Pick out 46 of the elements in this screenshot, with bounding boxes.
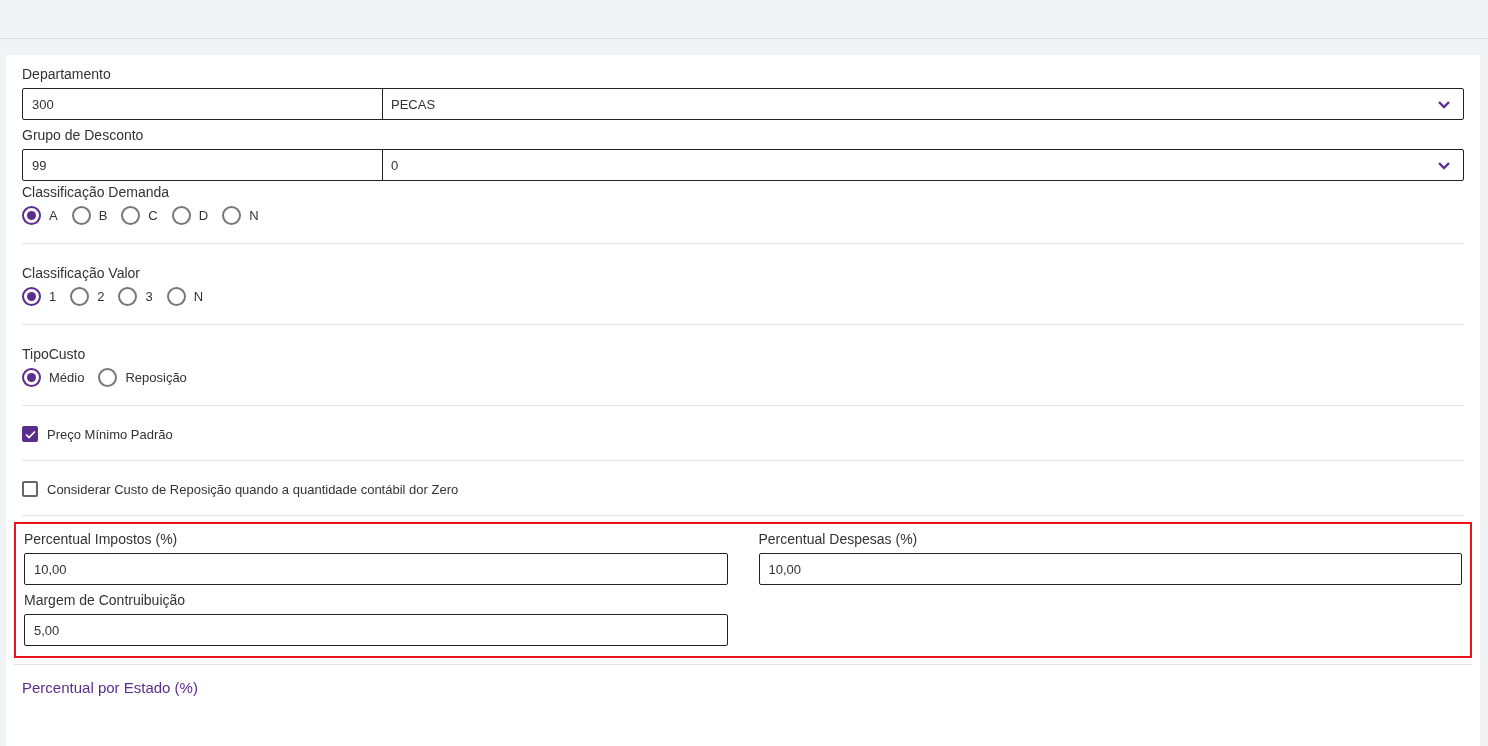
radio-label: N: [193, 289, 204, 304]
select-value: PECAS: [391, 96, 436, 112]
radio-button[interactable]: [22, 368, 41, 387]
select-field[interactable]: 99 0: [22, 149, 1464, 181]
checkbox-label: Preço Mínimo Padrão: [47, 426, 173, 442]
field-label: Margem de Contruibuição: [24, 591, 187, 609]
radio-button[interactable]: [22, 206, 41, 225]
radio-label: B: [98, 208, 108, 223]
radio-button[interactable]: [118, 287, 138, 306]
radio-button[interactable]: [222, 206, 242, 225]
radio-button[interactable]: [166, 287, 186, 306]
radio-label: 1: [49, 289, 57, 304]
radio-label: D: [198, 208, 209, 223]
radio-label: N: [249, 208, 259, 223]
input-field[interactable]: 10,00: [758, 553, 1462, 585]
select-value: 0: [391, 157, 399, 173]
group-label: Classificação Valor: [22, 264, 141, 282]
radio-label: Reposição: [125, 370, 187, 385]
radio-label: A: [49, 208, 58, 223]
radio-label: 2: [97, 289, 105, 304]
radio-button[interactable]: [22, 287, 41, 306]
group-label: TipoCusto: [22, 345, 87, 363]
radio-button[interactable]: [121, 206, 141, 225]
radio-button[interactable]: [98, 368, 118, 387]
checkbox[interactable]: [22, 426, 38, 442]
field-label: Departamento: [22, 65, 112, 83]
select-field[interactable]: 300 PECAS: [22, 88, 1464, 120]
radio-label: C: [148, 208, 158, 223]
group-label: Classificação Demanda: [22, 183, 171, 201]
checkbox-label: Considerar Custo de Reposição quando a quantidade contábil dor Zero: [47, 481, 459, 497]
field-label: Grupo de Desconto: [22, 126, 145, 144]
field-label: Percentual Impostos (%): [24, 530, 179, 548]
radio-button[interactable]: [71, 206, 91, 225]
chevron-down-icon: [1437, 99, 1451, 109]
code-field[interactable]: 300: [23, 89, 383, 119]
input-field[interactable]: 10,00: [24, 553, 728, 585]
radio-button[interactable]: [70, 287, 90, 306]
checkbox[interactable]: [22, 481, 38, 497]
radio-label: Médio: [49, 370, 85, 385]
code-field[interactable]: 99: [23, 150, 383, 180]
chevron-down-icon: [1437, 160, 1451, 170]
radio-label: 3: [145, 289, 153, 304]
section-title: Percentual por Estado (%): [22, 679, 199, 696]
input-field[interactable]: 5,00: [24, 614, 728, 646]
field-label: Percentual Despesas (%): [758, 530, 919, 548]
radio-button[interactable]: [171, 206, 191, 225]
